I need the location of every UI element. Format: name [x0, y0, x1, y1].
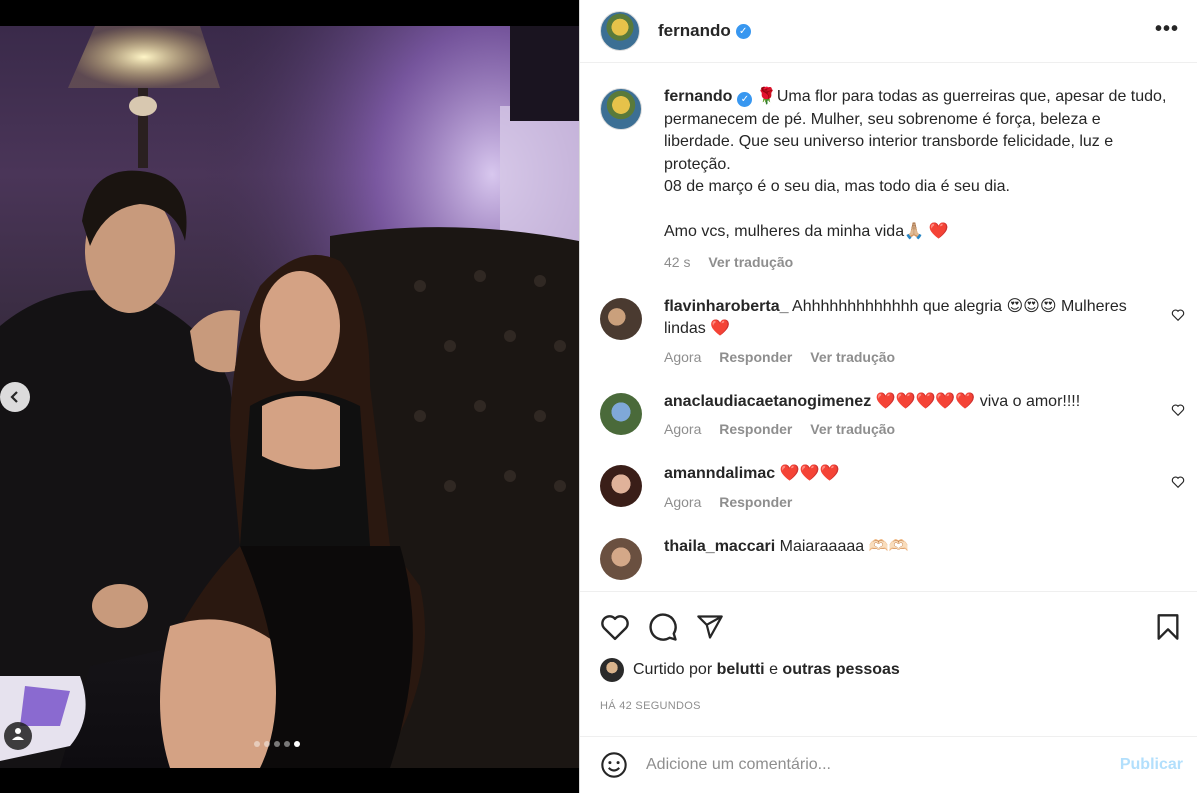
caption-paragraph-2: 08 de março é o seu dia, mas todo dia é …: [664, 178, 1010, 195]
comment-text: Maiaraaaaa 🫶🏻🫶🏻: [779, 537, 909, 555]
emoji-icon[interactable]: [600, 751, 628, 779]
carousel-indicator: [254, 741, 300, 747]
reply-button[interactable]: Responder: [719, 421, 792, 437]
comment-item: amanndalimac ❤️❤️❤️ Agora Responder: [600, 463, 1197, 510]
see-translation-link[interactable]: Ver tradução: [810, 421, 895, 437]
verified-badge-icon: ✓: [737, 92, 753, 107]
reply-button[interactable]: Responder: [719, 494, 792, 510]
chevron-left-icon: [9, 387, 21, 408]
comment-like-heart-icon[interactable]: [1171, 308, 1185, 326]
likes-summary: Curtido por belutti e outras pessoas: [580, 644, 1197, 682]
commenter-avatar[interactable]: [600, 465, 642, 507]
commenter-avatar[interactable]: [600, 392, 642, 435]
post-dialog: fernando ✓ ••• fernando ✓ 🌹Uma flor para …: [0, 0, 1197, 793]
bookmark-icon[interactable]: [1155, 613, 1181, 641]
commenter-username[interactable]: flavinharoberta_: [664, 298, 788, 315]
caption-author-avatar[interactable]: [600, 88, 642, 130]
user-tags-button[interactable]: [4, 722, 32, 750]
post-caption: fernando ✓ 🌹Uma flor para todas as guerre…: [600, 86, 1197, 270]
comments-list[interactable]: fernando ✓ 🌹Uma flor para todas as guerre…: [580, 64, 1197, 591]
liked-by-joiner: e: [769, 661, 778, 678]
post-timestamp[interactable]: HÁ 42 SEGUNDOS: [580, 682, 1197, 712]
photo-illustration: [0, 26, 579, 768]
caption-meta: 42 s Ver tradução: [664, 254, 1174, 270]
post-actions: Curtido por belutti e outras pessoas HÁ …: [580, 591, 1197, 736]
liker-avatar[interactable]: [600, 658, 624, 682]
comment-item: thaila_maccari Maiaraaaaa 🫶🏻🫶🏻: [600, 536, 1197, 580]
carousel-dot: [254, 741, 260, 747]
comment-icon[interactable]: [648, 612, 678, 642]
comment-text: ❤️❤️❤️❤️❤️ viva o amor!!!!: [875, 392, 1081, 410]
post-photo: [0, 26, 579, 768]
comment-item: anaclaudiacaetanogimenez ❤️❤️❤️❤️❤️ viva…: [600, 391, 1197, 437]
comment-like-heart-icon[interactable]: [1171, 475, 1185, 493]
liked-by-prefix: Curtido por: [633, 661, 713, 678]
user-tag-icon: [11, 727, 25, 745]
post-header: fernando ✓ •••: [580, 0, 1197, 63]
comment-time: Agora: [664, 493, 702, 510]
see-translation-link[interactable]: Ver tradução: [810, 349, 895, 365]
share-icon[interactable]: [696, 613, 724, 641]
heart-icon[interactable]: [600, 613, 630, 641]
carousel-dot: [264, 741, 270, 747]
see-translation-link[interactable]: Ver tradução: [708, 254, 793, 270]
carousel-dot-active: [294, 741, 300, 747]
caption-username[interactable]: fernando: [664, 88, 732, 105]
more-options-button[interactable]: •••: [1155, 18, 1179, 41]
reply-button[interactable]: Responder: [719, 349, 792, 365]
caption-time[interactable]: 42 s: [664, 254, 690, 270]
comment-like-heart-icon[interactable]: [1171, 403, 1185, 421]
add-comment-bar: Publicar: [580, 736, 1197, 793]
carousel-prev-button[interactable]: [0, 382, 30, 412]
commenter-avatar[interactable]: [600, 297, 642, 340]
caption-text: fernando ✓ 🌹Uma flor para todas as guerre…: [664, 86, 1174, 244]
commenter-username[interactable]: anaclaudiacaetanogimenez: [664, 393, 871, 410]
action-bar: [580, 592, 1197, 644]
caption-paragraph-3: Amo vcs, mulheres da minha vida🙏🏼 ❤️: [664, 223, 949, 240]
verified-badge-icon: ✓: [735, 23, 751, 39]
comment-time: Agora: [664, 421, 702, 437]
comment-input[interactable]: [646, 756, 1120, 774]
author-username[interactable]: fernando: [658, 21, 731, 41]
commenter-avatar[interactable]: [600, 537, 642, 580]
author-avatar[interactable]: [600, 11, 640, 51]
comment-item: flavinharoberta_ Ahhhhhhhhhhhhh que aleg…: [600, 296, 1197, 365]
comment-text: ❤️❤️❤️: [779, 465, 840, 482]
publish-button[interactable]: Publicar: [1120, 756, 1183, 774]
carousel-dot: [284, 741, 290, 747]
rose-emoji: 🌹: [756, 88, 777, 105]
comment-time: Agora: [664, 348, 702, 365]
carousel-dot: [274, 741, 280, 747]
post-media: [0, 0, 579, 793]
others-liked-link[interactable]: outras pessoas: [782, 661, 899, 679]
commenter-username[interactable]: thaila_maccari: [664, 538, 775, 555]
post-sidebar: fernando ✓ ••• fernando ✓ 🌹Uma flor para …: [579, 0, 1197, 793]
liker-username[interactable]: belutti: [717, 661, 765, 679]
commenter-username[interactable]: amanndalimac: [664, 465, 775, 482]
